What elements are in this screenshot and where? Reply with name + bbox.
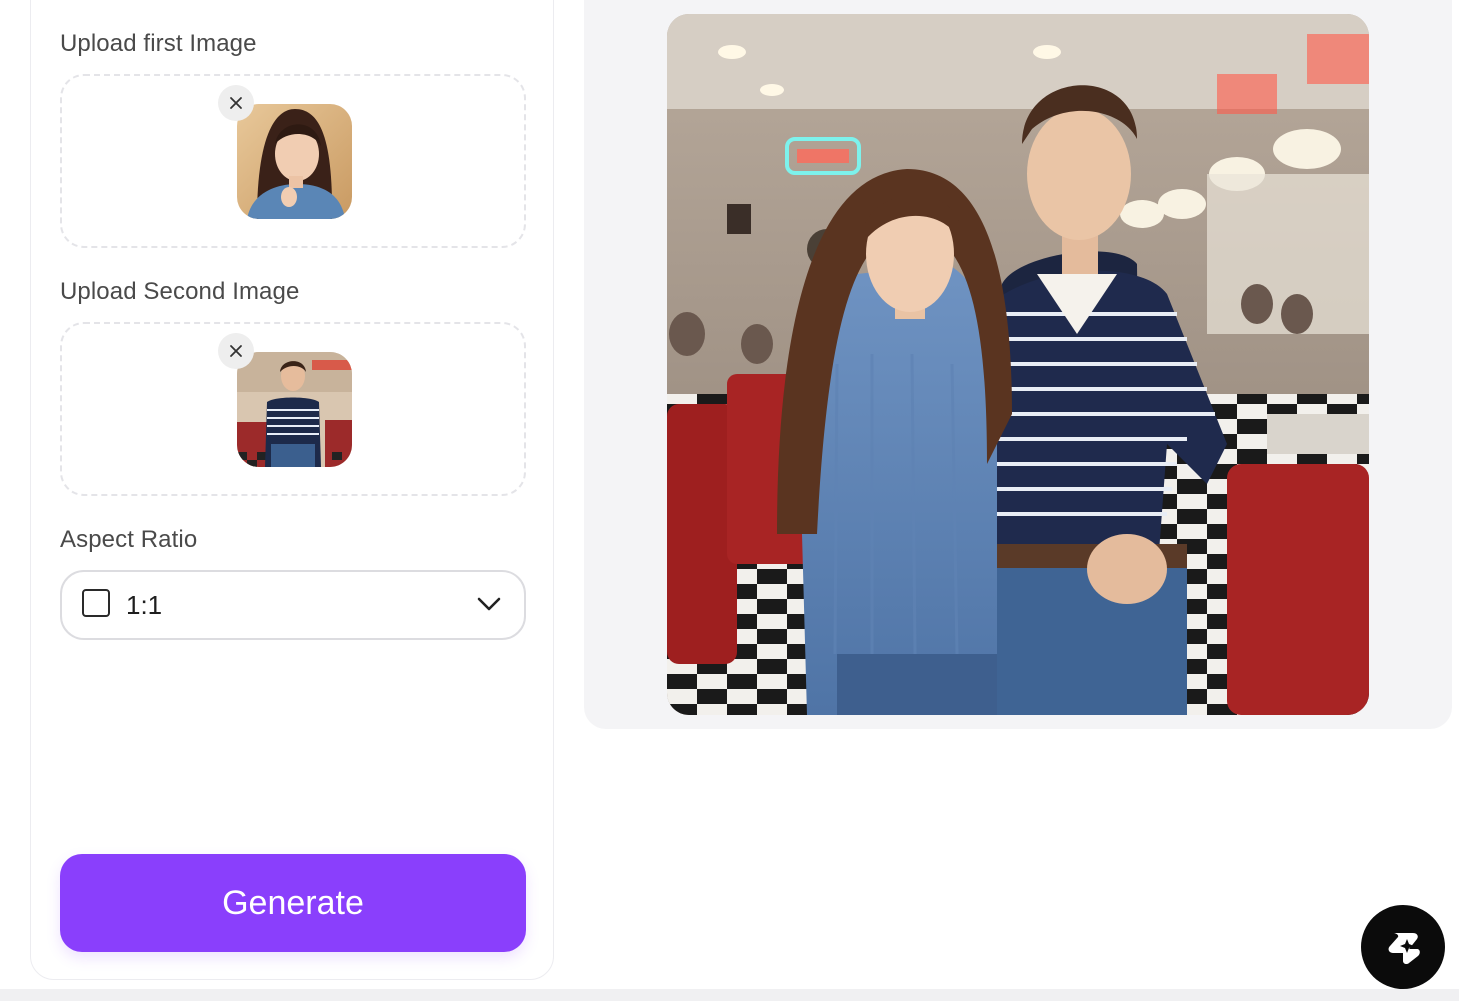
first-image-label: Upload first Image (60, 30, 257, 57)
aspect-ratio-select[interactable]: 1:1 (60, 570, 526, 640)
square-ratio-icon (82, 589, 110, 617)
close-icon (230, 345, 242, 357)
assistant-fab-button[interactable] (1361, 905, 1445, 989)
generated-image (667, 14, 1369, 715)
aspect-ratio-label: Aspect Ratio (60, 526, 198, 553)
second-image-dropzone[interactable] (60, 322, 526, 496)
generate-button[interactable]: Generate (60, 854, 526, 952)
close-icon (230, 97, 242, 109)
remove-second-image-button[interactable] (218, 333, 254, 369)
bottom-bar (0, 989, 1459, 1001)
sparkle-assistant-icon (1388, 933, 1420, 965)
remove-first-image-button[interactable] (218, 85, 254, 121)
aspect-ratio-value: 1:1 (126, 590, 163, 620)
first-image-thumbnail (237, 104, 352, 219)
first-image-dropzone[interactable] (60, 74, 526, 248)
second-image-thumbnail (237, 352, 352, 467)
chevron-down-icon (477, 597, 501, 611)
second-image-label: Upload Second Image (60, 278, 300, 305)
